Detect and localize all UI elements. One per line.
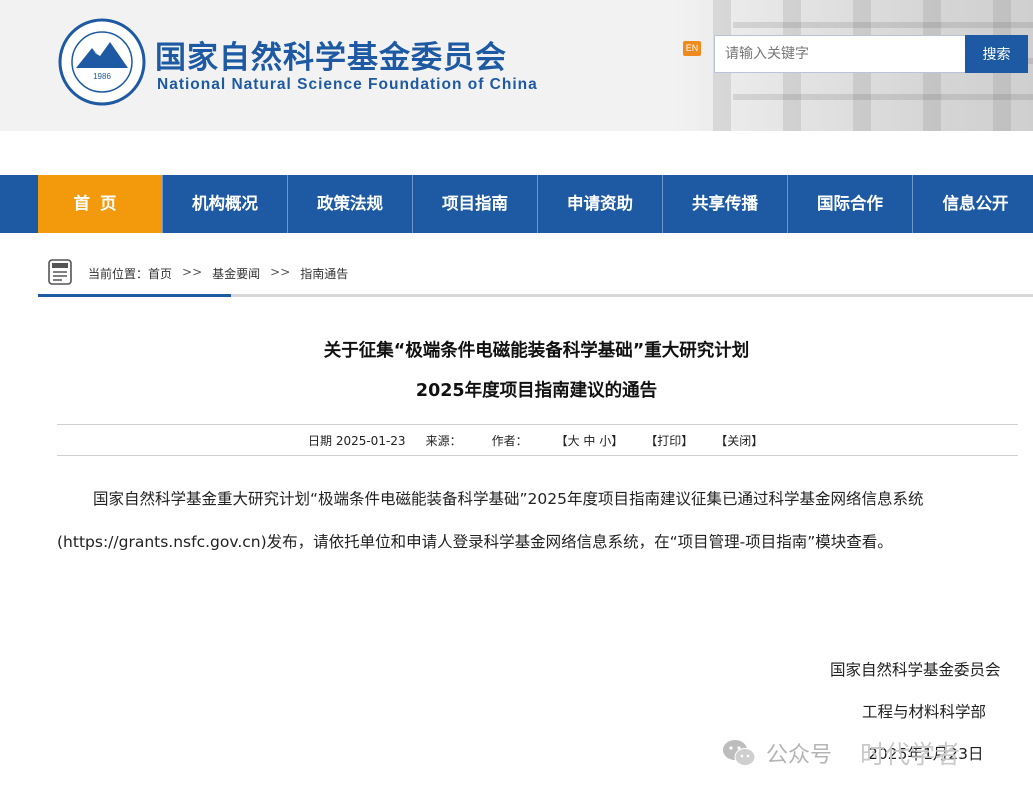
site-title-cn[interactable]: 国家自然科学基金委员会: [155, 32, 507, 77]
breadcrumb-news[interactable]: 基金要闻: [212, 265, 260, 282]
nav-item-guides[interactable]: 项目指南: [413, 175, 538, 233]
nav-item-disclosure[interactable]: 信息公开: [913, 175, 1033, 233]
site-header: 1986 国家自然科学基金委员会 National Natural Scienc…: [0, 0, 1033, 131]
wechat-icon: [723, 740, 756, 766]
nsfc-logo[interactable]: 1986: [58, 18, 146, 106]
nav-item-home[interactable]: 首页: [38, 175, 163, 233]
watermark-name: 时代学者: [860, 740, 961, 769]
breadcrumb-home[interactable]: 首页: [148, 265, 172, 282]
article-title-line2: 2025年度项目指南建议的通告: [415, 381, 658, 401]
signature-dept: 工程与材料科学部: [862, 703, 987, 721]
watermark-label: 公众号: [766, 743, 833, 768]
meta-divider-bottom: [57, 455, 1018, 456]
font-size-switch[interactable]: 【大 中 小】: [556, 432, 624, 449]
nav-item-sharing[interactable]: 共享传播: [663, 175, 788, 233]
search-input[interactable]: [714, 35, 966, 73]
main-nav: 首页 机构概况 政策法规 项目指南 申请资助 共享传播 国际合作 信息公开: [0, 175, 1033, 233]
breadcrumb: 当前位置： 首页 >> 基金要闻 >> 指南通告: [88, 265, 348, 282]
nsfc-logo-emblem: 1986: [58, 18, 146, 106]
meta-source: 来源：: [425, 434, 462, 448]
breadcrumb-divider: [38, 294, 1033, 297]
nav-item-international[interactable]: 国际合作: [788, 175, 913, 233]
nav-item-policies[interactable]: 政策法规: [288, 175, 413, 233]
breadcrumb-prefix: 当前位置：: [88, 267, 149, 281]
breadcrumb-notices[interactable]: 指南通告: [300, 265, 348, 282]
site-title-en[interactable]: National Natural Science Foundation of C…: [157, 76, 538, 94]
article-paragraph: 国家自然科学基金重大研究计划“极端条件电磁能装备科学基础”2025年度项目指南建…: [93, 490, 924, 508]
nav-item-about[interactable]: 机构概况: [163, 175, 288, 233]
wechat-watermark: 公众号 时代学者: [722, 735, 960, 771]
article-title-line1: 关于征集“极端条件电磁能装备科学基础”重大研究计划: [323, 341, 750, 361]
print-link[interactable]: 【打印】: [645, 432, 693, 449]
breadcrumb-separator: >>: [182, 265, 203, 279]
signature-org: 国家自然科学基金委员会: [830, 661, 1001, 679]
breadcrumb-separator: >>: [270, 265, 291, 279]
search-button[interactable]: 搜索: [965, 35, 1028, 73]
close-link[interactable]: 【关闭】: [715, 432, 763, 449]
svg-text:1986: 1986: [93, 72, 111, 81]
meta-divider-top: [57, 424, 1018, 425]
nav-item-funding[interactable]: 申请资助: [538, 175, 663, 233]
article-paragraph: (https://grants.nsfc.gov.cn)发布，请依托单位和申请人…: [57, 533, 893, 551]
meta-date: 日期 2025-01-23: [308, 434, 406, 448]
meta-author: 作者：: [491, 434, 528, 448]
english-version-button[interactable]: EN: [683, 41, 701, 56]
article-meta: 日期 2025-01-23 来源： 作者： 【大 中 小】 【打印】 【关闭】: [308, 432, 763, 449]
document-icon: [48, 259, 72, 285]
